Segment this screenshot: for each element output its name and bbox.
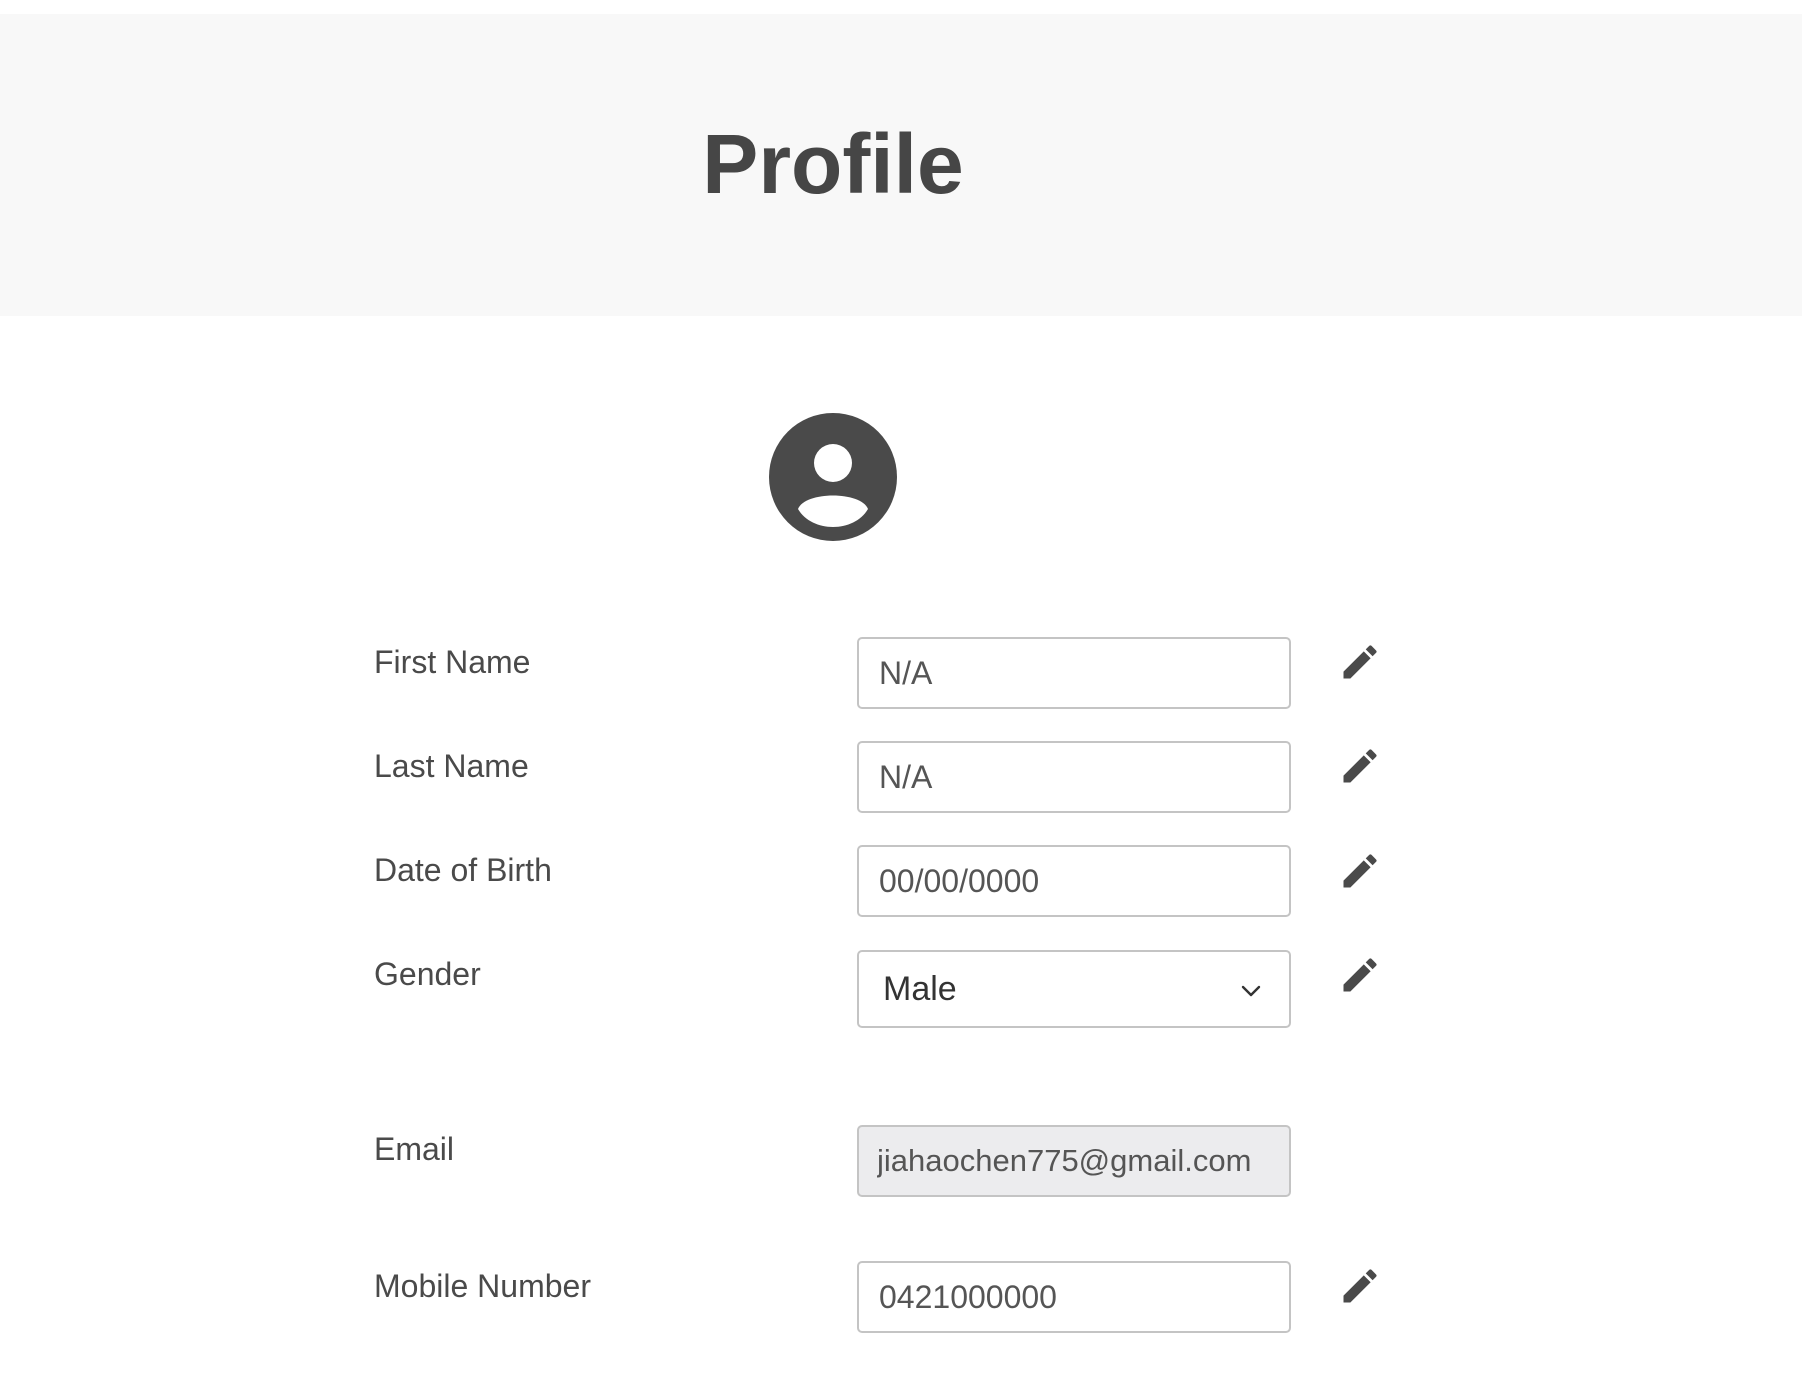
mobile-number-label: Mobile Number bbox=[374, 1268, 591, 1304]
page-header: Profile bbox=[0, 14, 1802, 316]
account-circle-icon bbox=[769, 413, 897, 541]
mobile-number-input[interactable] bbox=[857, 1261, 1291, 1333]
gender-select[interactable]: Male bbox=[857, 950, 1291, 1028]
last-name-input[interactable] bbox=[857, 741, 1291, 813]
last-name-label: Last Name bbox=[374, 748, 529, 784]
first-name-input[interactable] bbox=[857, 637, 1291, 709]
edit-first-name-pencil-icon[interactable] bbox=[1338, 640, 1382, 684]
page-title: Profile bbox=[702, 117, 964, 211]
chevron-down-icon bbox=[1241, 985, 1261, 997]
edit-gender-pencil-icon[interactable] bbox=[1338, 953, 1382, 997]
edit-mobile-number-pencil-icon[interactable] bbox=[1338, 1264, 1382, 1308]
date-of-birth-label: Date of Birth bbox=[374, 852, 552, 888]
gender-label: Gender bbox=[374, 956, 481, 992]
edit-date-of-birth-pencil-icon[interactable] bbox=[1338, 849, 1382, 893]
date-of-birth-input[interactable] bbox=[857, 845, 1291, 917]
first-name-label: First Name bbox=[374, 644, 531, 680]
edit-last-name-pencil-icon[interactable] bbox=[1338, 744, 1382, 788]
email-label: Email bbox=[374, 1131, 455, 1167]
email-input bbox=[857, 1125, 1291, 1197]
gender-selected-value: Male bbox=[883, 970, 957, 1008]
